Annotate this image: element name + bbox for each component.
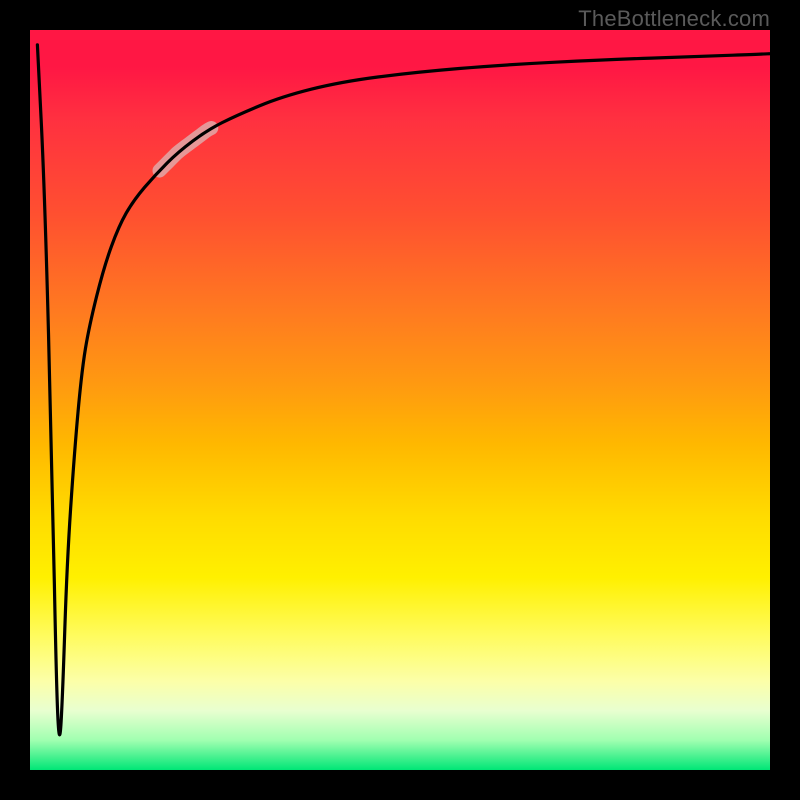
curve-layer [30,30,770,770]
chart-frame: TheBottleneck.com [0,0,800,800]
bottleneck-curve [37,45,770,735]
attribution-text: TheBottleneck.com [578,6,770,32]
plot-area [30,30,770,770]
